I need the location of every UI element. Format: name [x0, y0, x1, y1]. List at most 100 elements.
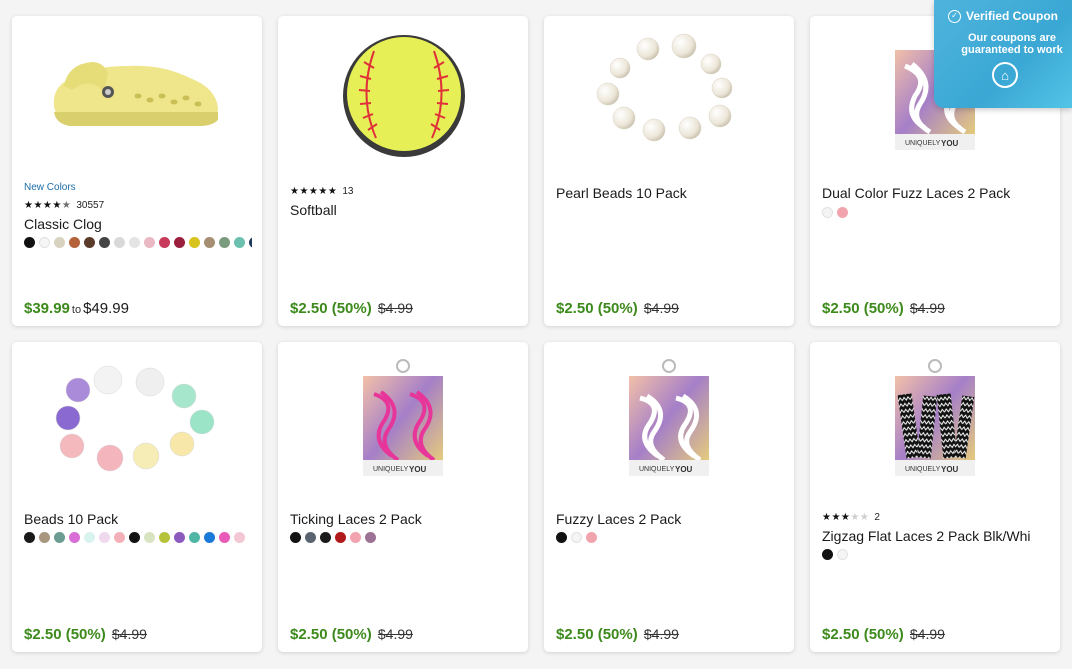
sale-price: $2.50 (50%): [556, 300, 638, 317]
color-swatch[interactable]: [204, 532, 215, 543]
color-swatches: [822, 207, 1050, 219]
price: $2.50 (50%) $4.99: [556, 300, 679, 317]
color-swatch[interactable]: [320, 532, 331, 543]
product-image[interactable]: [12, 16, 262, 179]
color-swatch[interactable]: [350, 532, 361, 543]
sale-price: $2.50 (50%): [290, 626, 372, 643]
product-image[interactable]: [278, 16, 528, 179]
color-swatch[interactable]: [114, 237, 125, 248]
rating-stars: ★★★★★: [24, 199, 72, 211]
verified-coupon-widget[interactable]: ✓ Verified Coupon Our coupons are guaran…: [934, 0, 1072, 108]
product-name[interactable]: Classic Clog: [24, 215, 252, 233]
product-card-classic-clog[interactable]: New Colors ★★★★★ 30557 Classic Clog $39.…: [12, 16, 262, 326]
color-swatch[interactable]: [365, 532, 376, 543]
color-swatch[interactable]: [189, 237, 200, 248]
color-swatch[interactable]: [54, 532, 65, 543]
color-swatch[interactable]: [69, 532, 80, 543]
svg-text:UNIQUELY: UNIQUELY: [639, 466, 675, 473]
rating[interactable]: ★★★★★ 2: [822, 510, 1050, 525]
product-card-softball[interactable]: ★★★★★ 13 Softball $2.50 (50%) $4.99: [278, 16, 528, 326]
original-price: $4.99: [643, 626, 679, 642]
coupon-title-row: ✓ Verified Coupon: [934, 9, 1072, 23]
yellow-clog-image: [53, 62, 219, 126]
coupon-title: Verified Coupon: [965, 9, 1058, 23]
color-swatch[interactable]: [84, 532, 95, 543]
color-swatch[interactable]: [24, 532, 35, 543]
house-logo-icon[interactable]: ⌂: [992, 62, 1018, 88]
color-swatch[interactable]: [24, 237, 35, 248]
sale-price: $2.50 (50%): [556, 626, 638, 643]
product-card-beads-10-pack[interactable]: Beads 10 Pack $2.50 (50%) $4.99: [12, 342, 262, 652]
rating-count: 13: [342, 186, 354, 197]
max-price: $49.99: [83, 300, 129, 317]
color-swatch[interactable]: [99, 532, 110, 543]
rating[interactable]: ★★★★★ 13: [290, 184, 518, 199]
product-name[interactable]: Dual Color Fuzz Laces 2 Pack: [822, 184, 1050, 202]
price: $2.50 (50%) $4.99: [290, 626, 413, 643]
color-swatch[interactable]: [822, 207, 833, 218]
color-swatch[interactable]: [99, 237, 110, 248]
color-swatch[interactable]: [69, 237, 80, 248]
color-swatch[interactable]: [305, 532, 316, 543]
softball-charm-image: [343, 35, 465, 157]
price: $2.50 (50%) $4.99: [24, 626, 147, 643]
color-swatch[interactable]: [54, 237, 65, 248]
color-swatch[interactable]: [39, 532, 50, 543]
color-swatch[interactable]: [114, 532, 125, 543]
color-swatch[interactable]: [586, 532, 597, 543]
white-fuzzy-laces-package-image: UNIQUELY YOU: [629, 359, 709, 476]
color-swatch[interactable]: [39, 237, 50, 248]
color-swatch[interactable]: [249, 237, 252, 248]
product-image[interactable]: UNIQUELY YOU: [544, 342, 794, 505]
product-name[interactable]: Beads 10 Pack: [24, 510, 252, 528]
rating-stars: ★★★★★: [822, 511, 870, 523]
rating-stars: ★★★★★: [290, 185, 338, 197]
color-swatch[interactable]: [234, 237, 245, 248]
product-card-pearl-beads[interactable]: Pearl Beads 10 Pack $2.50 (50%) $4.99: [544, 16, 794, 326]
product-image[interactable]: [544, 16, 794, 179]
color-swatch[interactable]: [159, 532, 170, 543]
product-image[interactable]: UNIQUELY YOU: [278, 342, 528, 505]
pearl-beads-image: [596, 33, 733, 142]
product-name[interactable]: Softball: [290, 201, 518, 219]
product-card-fuzzy-laces[interactable]: UNIQUELY YOU Fuzzy Laces 2 Pack $2.50 (5…: [544, 342, 794, 652]
color-swatch[interactable]: [129, 237, 140, 248]
original-price: $4.99: [909, 626, 945, 642]
color-swatch[interactable]: [174, 237, 185, 248]
color-swatch[interactable]: [219, 237, 230, 248]
product-grid: New Colors ★★★★★ 30557 Classic Clog $39.…: [0, 0, 1072, 669]
original-price: $4.99: [643, 300, 679, 316]
price: $2.50 (50%) $4.99: [556, 626, 679, 643]
product-name[interactable]: Fuzzy Laces 2 Pack: [556, 510, 784, 528]
color-swatch[interactable]: [204, 237, 215, 248]
color-swatches: [556, 532, 784, 544]
color-swatch[interactable]: [837, 207, 848, 218]
price-range-separator: to: [71, 304, 82, 316]
color-swatch[interactable]: [556, 532, 567, 543]
color-swatch[interactable]: [219, 532, 230, 543]
color-swatch[interactable]: [335, 532, 346, 543]
color-swatch[interactable]: [571, 532, 582, 543]
rating[interactable]: ★★★★★ 30557: [24, 198, 252, 213]
color-swatch[interactable]: [234, 532, 245, 543]
product-image[interactable]: [12, 342, 262, 505]
color-swatch[interactable]: [144, 532, 155, 543]
color-swatch[interactable]: [189, 532, 200, 543]
color-swatch[interactable]: [837, 549, 848, 560]
rating-count: 2: [874, 512, 880, 523]
color-swatches: [822, 549, 1050, 561]
color-swatch[interactable]: [129, 532, 140, 543]
product-name[interactable]: Pearl Beads 10 Pack: [556, 184, 784, 202]
product-card-zigzag-flat-laces[interactable]: UNIQUELY YOU ★★★★★ 2 Zigzag Flat Laces 2…: [810, 342, 1060, 652]
color-swatch[interactable]: [84, 237, 95, 248]
product-image[interactable]: UNIQUELY YOU: [810, 342, 1060, 505]
color-swatch[interactable]: [159, 237, 170, 248]
color-swatch[interactable]: [290, 532, 301, 543]
color-swatch[interactable]: [822, 549, 833, 560]
product-name[interactable]: Zigzag Flat Laces 2 Pack Blk/Whi: [822, 527, 1050, 545]
color-swatch[interactable]: [144, 237, 155, 248]
color-swatch[interactable]: [174, 532, 185, 543]
product-name[interactable]: Ticking Laces 2 Pack: [290, 510, 518, 528]
product-card-ticking-laces[interactable]: UNIQUELY YOU Ticking Laces 2 Pack $2.50 …: [278, 342, 528, 652]
coupon-line-2: guaranteed to work: [961, 44, 1063, 56]
